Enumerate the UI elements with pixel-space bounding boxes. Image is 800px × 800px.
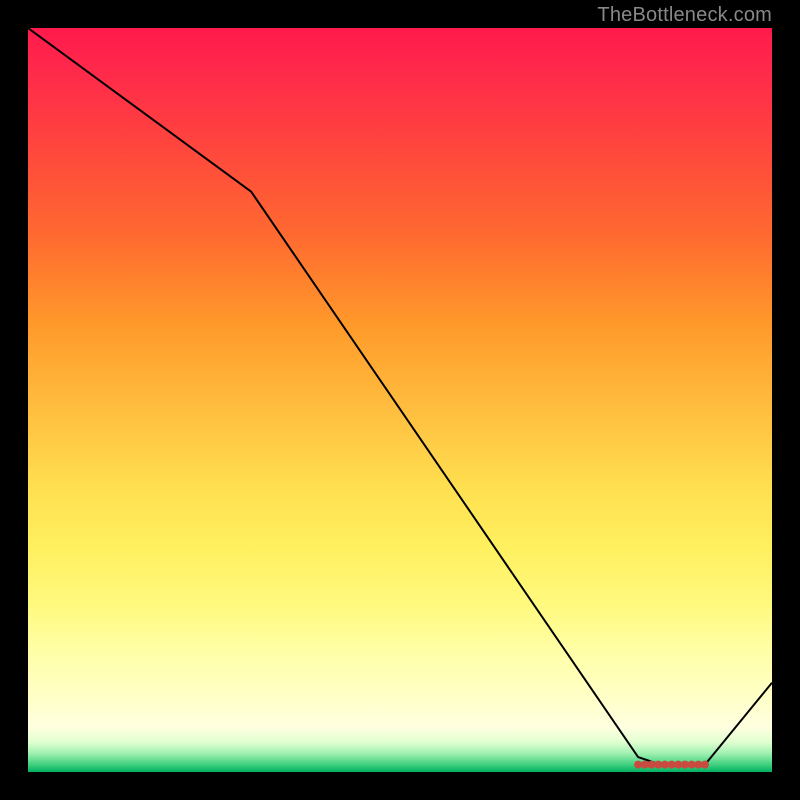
chart-frame: { "watermark": "TheBottleneck.com", "cha… [0,0,800,800]
watermark-text: TheBottleneck.com [597,4,772,27]
chart-marker [701,761,709,769]
chart-line-black-line [28,28,772,765]
chart-svg [28,28,772,772]
chart-plot-area [28,28,772,772]
